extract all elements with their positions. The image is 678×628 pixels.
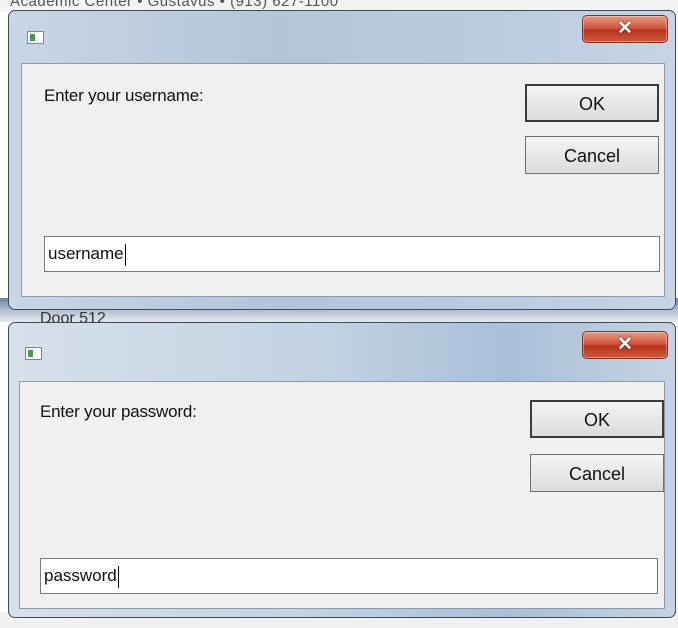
password-dialog: ✕ Enter your password: OK Cancel passwor… (8, 322, 676, 618)
background-window-text: Academic Center • Gustavus • (913) 627-1… (10, 0, 339, 10)
cancel-button[interactable]: Cancel (530, 454, 664, 492)
username-input-value: username (48, 244, 124, 263)
title-bar[interactable]: ✕ (9, 11, 675, 63)
close-button[interactable]: ✕ (582, 15, 668, 43)
dialog-client-area: Enter your username: OK Cancel username (21, 63, 665, 297)
password-prompt-label: Enter your password: (40, 402, 197, 421)
username-prompt-label: Enter your username: (44, 86, 204, 105)
ok-button[interactable]: OK (530, 400, 664, 438)
close-icon: ✕ (617, 334, 633, 355)
password-input[interactable]: password (40, 558, 658, 594)
app-icon (25, 347, 42, 360)
ok-button[interactable]: OK (525, 84, 659, 122)
app-icon (27, 31, 44, 44)
close-button[interactable]: ✕ (582, 331, 668, 359)
username-dialog: ✕ Enter your username: OK Cancel usernam… (8, 10, 676, 310)
text-caret (117, 565, 119, 588)
cancel-button[interactable]: Cancel (525, 136, 659, 174)
title-bar[interactable]: ✕ (9, 323, 675, 375)
password-input-value: password (44, 566, 117, 585)
dialog-client-area: Enter your password: OK Cancel password (19, 381, 665, 609)
close-icon: ✕ (617, 18, 633, 39)
screen: Academic Center • Gustavus • (913) 627-1… (0, 0, 678, 628)
username-input[interactable]: username (44, 236, 660, 272)
text-caret (124, 243, 126, 266)
